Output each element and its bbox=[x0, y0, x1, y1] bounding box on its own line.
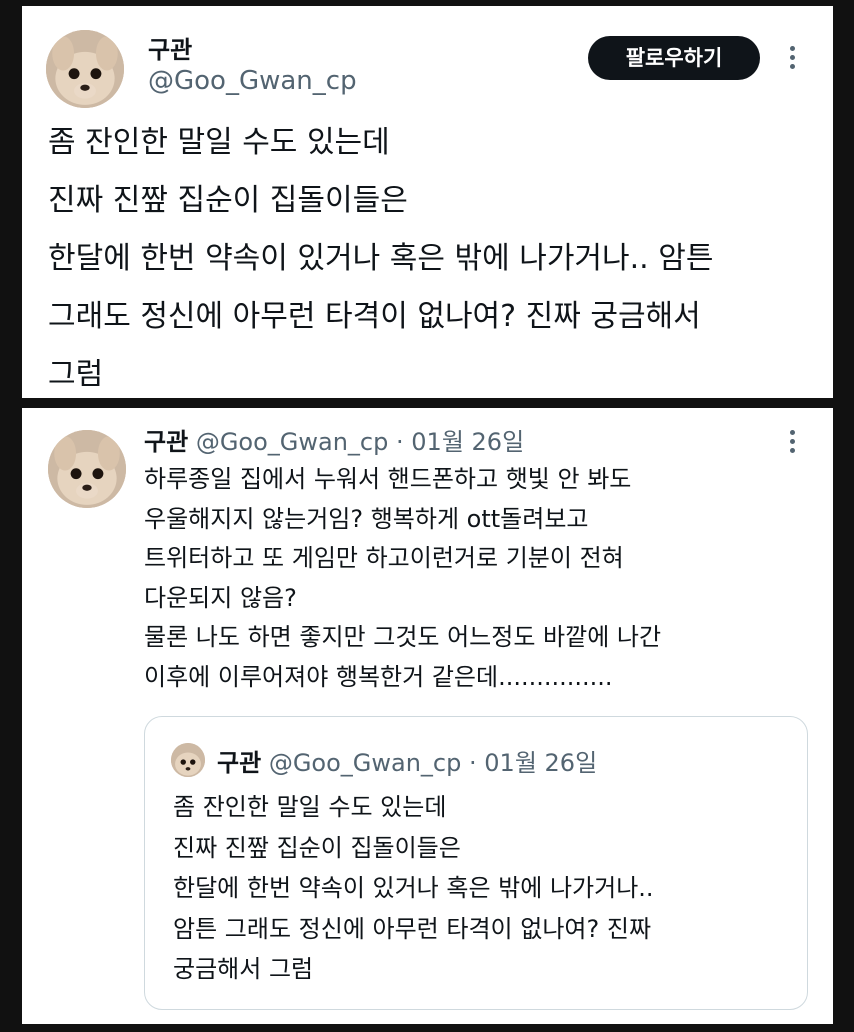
tweet-text-line: 궁금해서 그럼 bbox=[173, 955, 314, 983]
tweet-text-line: 좀 잔인한 말일 수도 있는데 bbox=[173, 793, 447, 821]
author-handle[interactable]: @Goo_Gwan_cp bbox=[269, 749, 462, 777]
avatar[interactable] bbox=[171, 743, 205, 777]
quote-header: 구관 @Goo_Gwan_cp · 01월 26일 bbox=[217, 743, 597, 778]
dog-avatar-image bbox=[48, 430, 126, 508]
tweet-text-line: 우울해지지 않는거임? 행복하게 ott돌려보고 bbox=[144, 504, 589, 533]
author-handle[interactable]: @Goo_Gwan_cp bbox=[148, 66, 357, 96]
tweet-text-line: 암튼 그래도 정신에 아무런 타격이 없나여? 진짜 bbox=[173, 914, 652, 943]
tweet-text-line: 한달에 한번 약속이 있거나 혹은 밖에 나가거나.. 암튼 bbox=[48, 241, 714, 276]
tweet-text-line: 하루종일 집에서 누워서 핸드폰하고 햇빛 안 봐도 bbox=[144, 465, 632, 493]
author-name[interactable]: 구관 bbox=[148, 30, 192, 65]
quoted-tweet-text: 좀 잔인한 말일 수도 있는데 진짜 진짶 집순이 집돌이들은 한달에 한번 약… bbox=[173, 787, 654, 990]
reply-tweet-card: 구관 @Goo_Gwan_cp · 01월 26일 하루종일 집에서 누워서 핸… bbox=[22, 408, 833, 1024]
dog-avatar-image bbox=[46, 30, 124, 108]
tweet-date[interactable]: 01월 26일 bbox=[484, 749, 597, 777]
header-separator: · bbox=[469, 749, 477, 777]
more-icon[interactable] bbox=[788, 430, 796, 453]
main-tweet-card: 구관 @Goo_Gwan_cp 팔로우하기 좀 잔인한 말일 수도 있는데 진짜… bbox=[22, 6, 833, 398]
author-name[interactable]: 구관 bbox=[217, 749, 261, 777]
tweet-text-line: 트위터하고 또 게임만 하고이런거로 기분이 전혀 bbox=[144, 544, 624, 572]
tweet-text-line: 진짜 진짶 집순이 집돌이들은 bbox=[173, 833, 461, 862]
tweet-text-line: 진짜 진짶 집순이 집돌이들은 bbox=[48, 183, 408, 218]
dog-avatar-image bbox=[171, 743, 205, 777]
tweet-text-line: 그래도 정신에 아무런 타격이 없나여? 진짜 궁금해서 bbox=[48, 299, 701, 334]
avatar[interactable] bbox=[48, 430, 126, 508]
reply-header: 구관 @Goo_Gwan_cp · 01월 26일 bbox=[144, 422, 524, 457]
tweet-text-line: 한달에 한번 약속이 있거나 혹은 밖에 나가거나.. bbox=[173, 874, 654, 902]
tweet-text-line: 다운되지 않음? bbox=[144, 583, 297, 612]
tweet-text: 좀 잔인한 말일 수도 있는데 진짜 진짶 집순이 집돌이들은 한달에 한번 약… bbox=[48, 114, 713, 404]
avatar[interactable] bbox=[46, 30, 124, 108]
author-handle[interactable]: @Goo_Gwan_cp bbox=[196, 428, 389, 456]
tweet-text-line: 그럼 bbox=[48, 357, 104, 392]
tweet-text: 하루종일 집에서 누워서 핸드폰하고 햇빛 안 봐도 우울해지지 않는거임? 행… bbox=[144, 460, 661, 697]
quoted-tweet[interactable]: 구관 @Goo_Gwan_cp · 01월 26일 좀 잔인한 말일 수도 있는… bbox=[144, 716, 808, 1010]
header-separator: · bbox=[396, 428, 404, 456]
more-icon[interactable] bbox=[788, 46, 796, 69]
tweet-text-line: 좀 잔인한 말일 수도 있는데 bbox=[48, 125, 390, 160]
author-name[interactable]: 구관 bbox=[144, 428, 188, 456]
tweet-text-line: 이후에 이루어져야 행복한거 같은데............... bbox=[144, 662, 613, 691]
tweet-text-line: 물론 나도 하면 좋지만 그것도 어느정도 바깥에 나간 bbox=[144, 623, 662, 651]
follow-button[interactable]: 팔로우하기 bbox=[588, 36, 760, 80]
tweet-date[interactable]: 01월 26일 bbox=[411, 428, 524, 456]
